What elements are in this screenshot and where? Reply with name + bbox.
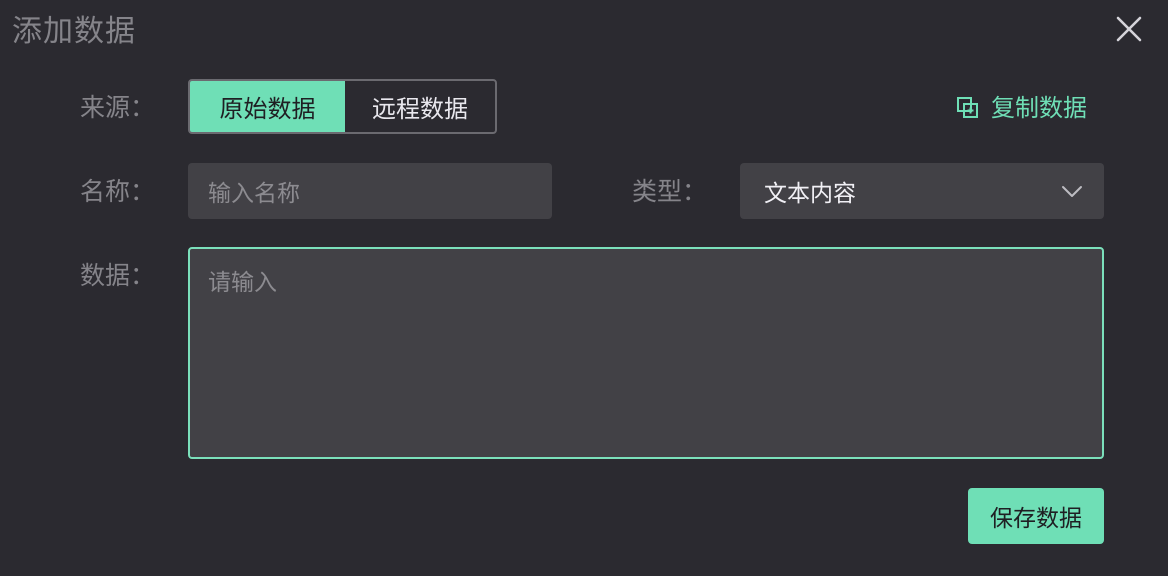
chevron-down-icon [1062,186,1082,197]
type-label: 类型： [632,177,708,206]
close-icon [1116,16,1142,42]
dialog-title: 添加数据 [12,14,136,49]
name-label: 名称： [80,177,156,206]
add-data-dialog: 添加数据 来源： 原始数据 远程数据 复制数据 名称： 输入名称 类型： 文本内… [0,0,1168,576]
data-label: 数据： [80,261,156,290]
close-button[interactable] [1113,13,1145,45]
data-textarea[interactable]: 请输入 [188,247,1104,459]
source-option-remote[interactable]: 远程数据 [345,81,495,132]
source-option-raw[interactable]: 原始数据 [190,81,345,132]
type-select-value: 文本内容 [764,181,856,207]
name-input[interactable]: 输入名称 [188,163,552,219]
copy-data-label: 复制数据 [991,94,1087,122]
copy-icon [956,96,980,120]
source-label: 来源： [80,93,156,122]
source-segmented-control: 原始数据 远程数据 [188,79,497,134]
save-data-button[interactable]: 保存数据 [968,488,1104,544]
type-select[interactable]: 文本内容 [740,163,1104,219]
name-placeholder: 输入名称 [208,181,300,207]
copy-data-button[interactable]: 复制数据 [956,92,1087,124]
data-placeholder: 请输入 [208,270,277,296]
